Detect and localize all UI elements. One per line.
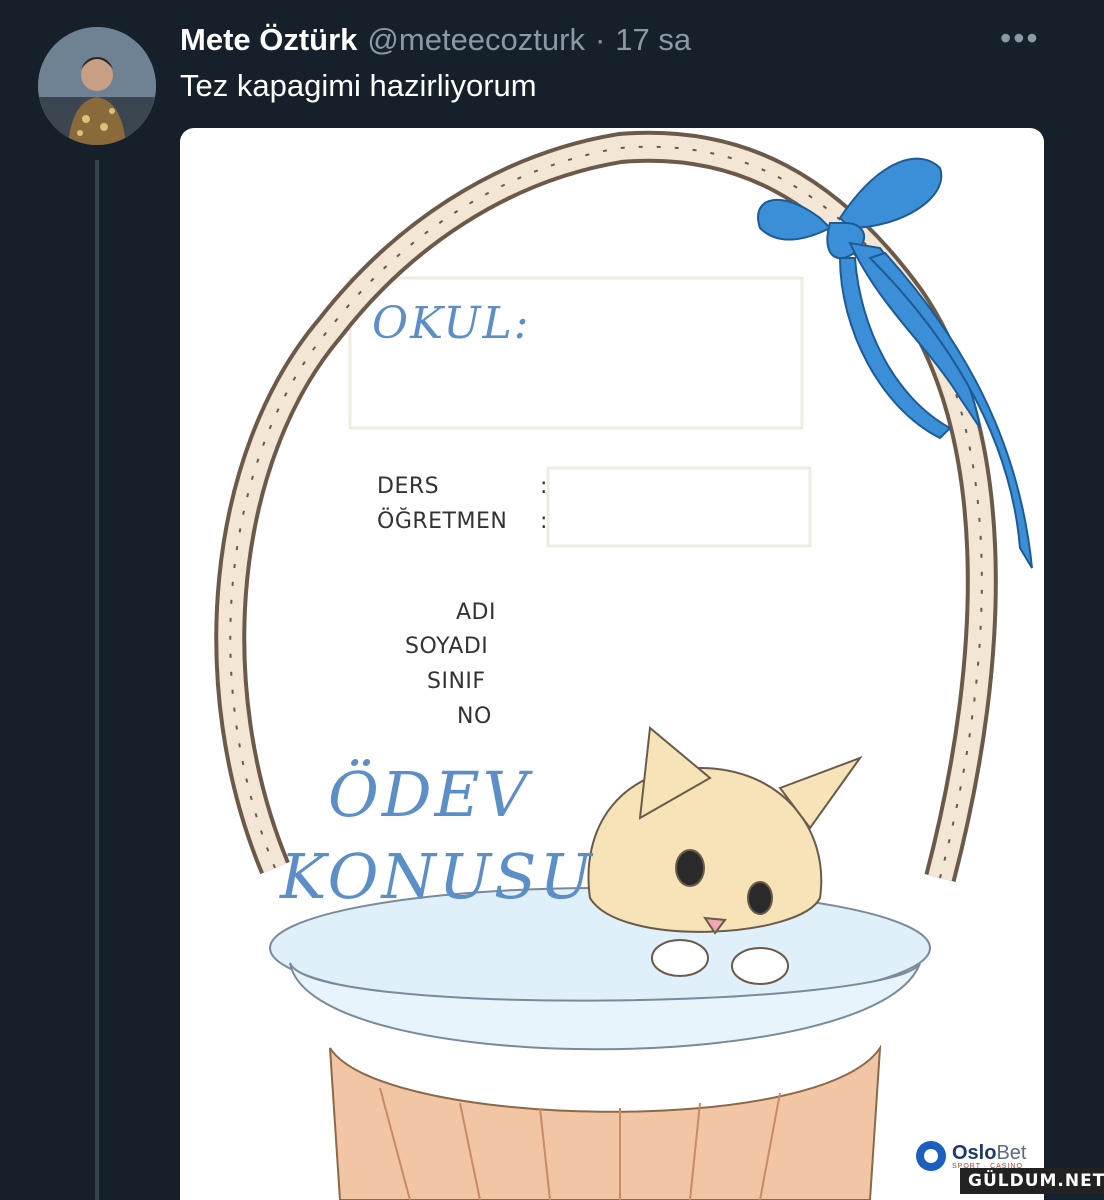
cover-no-label: NO (457, 704, 492, 729)
cover-sinif-label: SINIF (427, 669, 486, 694)
cover-ogretmen-colon: : (540, 509, 548, 534)
thread-line (95, 160, 99, 1200)
oslobet-logo-icon (916, 1141, 946, 1171)
basket-illustration (214, 130, 1033, 1200)
site-watermark: GÜLDUM.NET (960, 1168, 1104, 1194)
author-avatar[interactable] (38, 27, 156, 145)
cover-ders-colon: : (540, 474, 548, 499)
tweet-header: Mete Öztürk @meteecozturk · 17 sa (180, 22, 691, 58)
header-separator: · (594, 22, 606, 57)
oslobet-logo: OsloBet SPORT · CASINO (916, 1141, 1026, 1171)
cover-ders-label: DERS (377, 474, 440, 499)
author-handle[interactable]: @meteecozturk (367, 22, 585, 58)
cover-adi-label: ADI (456, 600, 496, 625)
tweet-timestamp[interactable]: 17 sa (615, 22, 691, 58)
cover-konusu-title: KONUSU (280, 840, 595, 913)
cover-soyadi-label: SOYADI (405, 634, 489, 659)
cover-okul-label: OKUL: (372, 298, 531, 349)
more-options-icon[interactable]: ••• (1000, 20, 1040, 57)
oslobet-logo-name: OsloBet (952, 1141, 1027, 1164)
avatar-photo (38, 27, 156, 145)
cover-ogretmen-label: ÖĞRETMEN (377, 509, 508, 534)
tweet-media-image[interactable]: OKUL: DERS : ÖĞRETMEN : ADI SOYADI SINIF… (180, 128, 1044, 1200)
cover-odev-title: ÖDEV (328, 758, 531, 831)
tweet-text: Tez kapagimi hazirliyorum (180, 68, 537, 103)
author-name[interactable]: Mete Öztürk (180, 22, 357, 58)
